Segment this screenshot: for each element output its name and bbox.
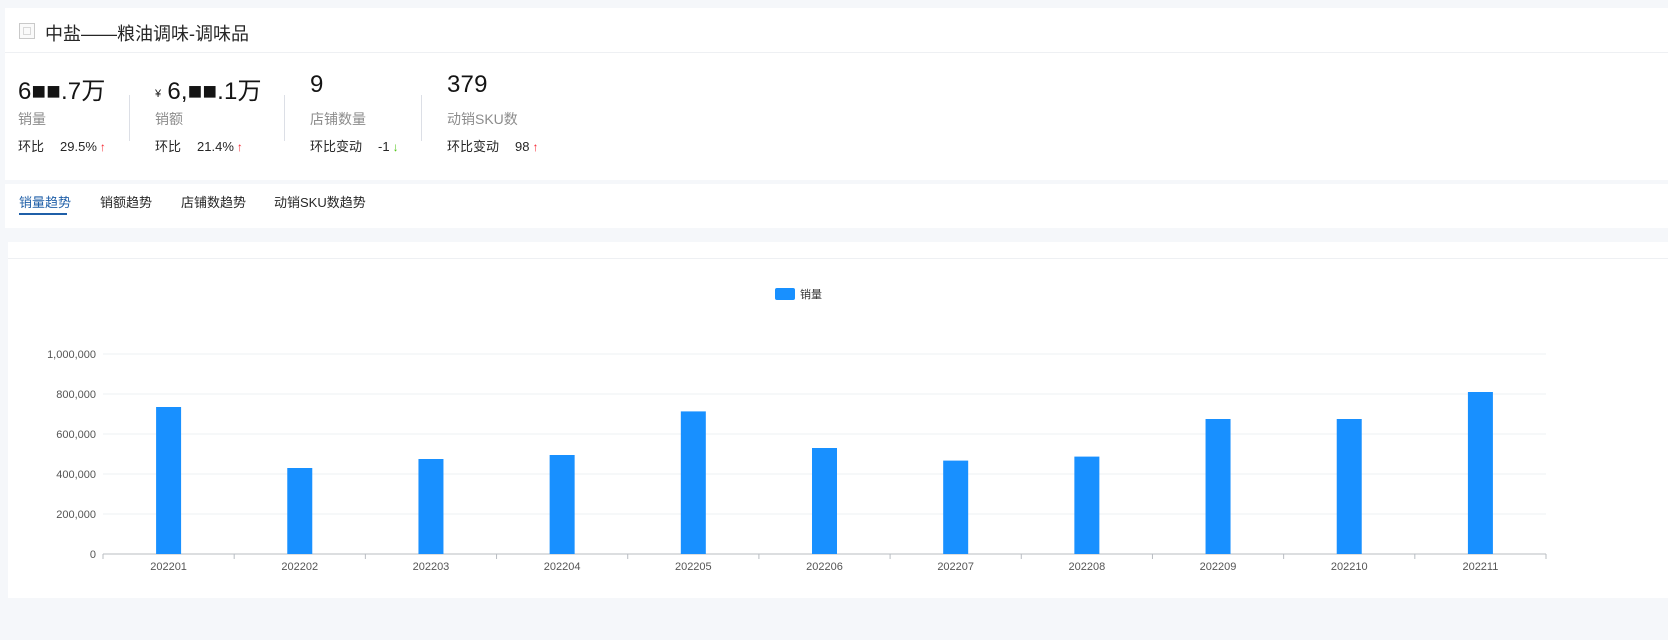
arrow-up-icon: ↑	[236, 140, 243, 154]
category-icon	[19, 23, 35, 39]
bar	[287, 468, 313, 554]
bar	[156, 407, 182, 554]
change-label: 环比变动	[310, 139, 363, 154]
bar	[549, 455, 575, 554]
kpi-label: 动销SKU数	[447, 111, 518, 127]
legend-swatch	[775, 288, 795, 300]
kpi-label: 销额	[155, 111, 183, 127]
kpi-change: 环比 29.5% ↑	[18, 136, 106, 155]
bar-chart: 销量 0 200,000 400,000 600,000 800,000 1,000,000…	[47, 287, 1547, 573]
x-tick-label: 202211	[1462, 561, 1498, 573]
kpi-change: 环比变动 -1 ↓	[310, 136, 399, 155]
y-tick-label: 0	[90, 549, 96, 561]
bar	[812, 448, 837, 554]
bar	[1205, 419, 1231, 554]
bar	[418, 459, 444, 554]
kpi-change: 环比变动 98 ↑	[447, 136, 538, 155]
kpi-value: 9	[310, 71, 324, 99]
x-tick-label: 202203	[413, 561, 450, 573]
change-value: 29.5%	[60, 139, 97, 154]
summary-card: 中盐——粮油调味-调味品 6■■.7万 销量 环比 29.5% ↑ ¥6,■■.1万…	[5, 8, 1668, 180]
arrow-down-icon: ↓	[392, 140, 399, 154]
kpi-divider	[284, 95, 285, 141]
page-title: 中盐——粮油调味-调味品	[45, 24, 249, 44]
y-tick-label: 600,000	[56, 429, 96, 441]
legend-label: 销量	[800, 287, 822, 301]
kpi-divider	[129, 95, 130, 141]
arrow-up-icon: ↑	[99, 140, 106, 154]
active-tab-indicator	[19, 213, 67, 215]
tab-store-count-trend[interactable]: 店铺数趋势	[181, 192, 246, 211]
tab-sku-count-trend[interactable]: 动销SKU数趋势	[274, 192, 366, 211]
x-tick-label: 202205	[675, 561, 712, 573]
chart-card: 销量 0 200,000 400,000 600,000 800,000 1,000,000…	[8, 242, 1668, 598]
chart-card-divider	[8, 258, 1668, 259]
kpi-value: 379	[447, 71, 488, 99]
change-label: 环比	[18, 139, 45, 154]
change-label: 环比	[155, 139, 182, 154]
y-tick-label: 800,000	[56, 389, 96, 401]
y-tick-label: 200,000	[56, 509, 96, 521]
kpi-value-text: 379	[447, 71, 488, 98]
x-tick-label: 202210	[1331, 561, 1368, 573]
kpi-change: 环比 21.4% ↑	[155, 136, 243, 155]
bar	[943, 460, 969, 554]
title-row: 中盐——粮油调味-调味品	[5, 8, 1668, 53]
change-label: 环比变动	[447, 139, 500, 154]
kpi-value-text: 6■■.7万	[18, 78, 106, 105]
change-value: -1	[378, 139, 390, 154]
x-tick-label: 202206	[806, 561, 843, 573]
x-tick-label: 202202	[281, 561, 318, 573]
currency-prefix: ¥	[155, 88, 162, 100]
y-tick-label: 1,000,000	[47, 349, 96, 361]
bar	[680, 411, 706, 554]
kpi-value: 6■■.7万	[18, 71, 106, 106]
kpi-value-text: 6,■■.1万	[167, 78, 262, 105]
kpi-divider	[421, 95, 422, 141]
trend-tabs: 销量趋势 销额趋势 店铺数趋势 动销SKU数趋势	[5, 184, 1668, 228]
bar	[1074, 456, 1100, 554]
x-tick-label: 202204	[544, 561, 581, 573]
tab-sales-amount-trend[interactable]: 销额趋势	[100, 192, 152, 211]
kpi-value-text: 9	[310, 71, 324, 98]
change-value: 98	[515, 139, 530, 154]
bar	[1467, 392, 1493, 554]
kpi-label: 销量	[18, 111, 46, 127]
kpi-value: ¥6,■■.1万	[155, 71, 262, 106]
kpi-label: 店铺数量	[310, 111, 366, 127]
dashboard-page: 中盐——粮油调味-调味品 6■■.7万 销量 环比 29.5% ↑ ¥6,■■.1万…	[0, 0, 1668, 640]
arrow-up-icon: ↑	[532, 140, 539, 154]
x-tick-label: 202208	[1069, 561, 1106, 573]
x-tick-label: 202207	[937, 561, 974, 573]
bar	[1336, 419, 1362, 554]
x-tick-label: 202209	[1200, 561, 1237, 573]
change-value: 21.4%	[197, 139, 234, 154]
tab-sales-volume-trend[interactable]: 销量趋势	[19, 192, 71, 211]
y-tick-label: 400,000	[56, 469, 96, 481]
x-tick-label: 202201	[150, 561, 187, 573]
